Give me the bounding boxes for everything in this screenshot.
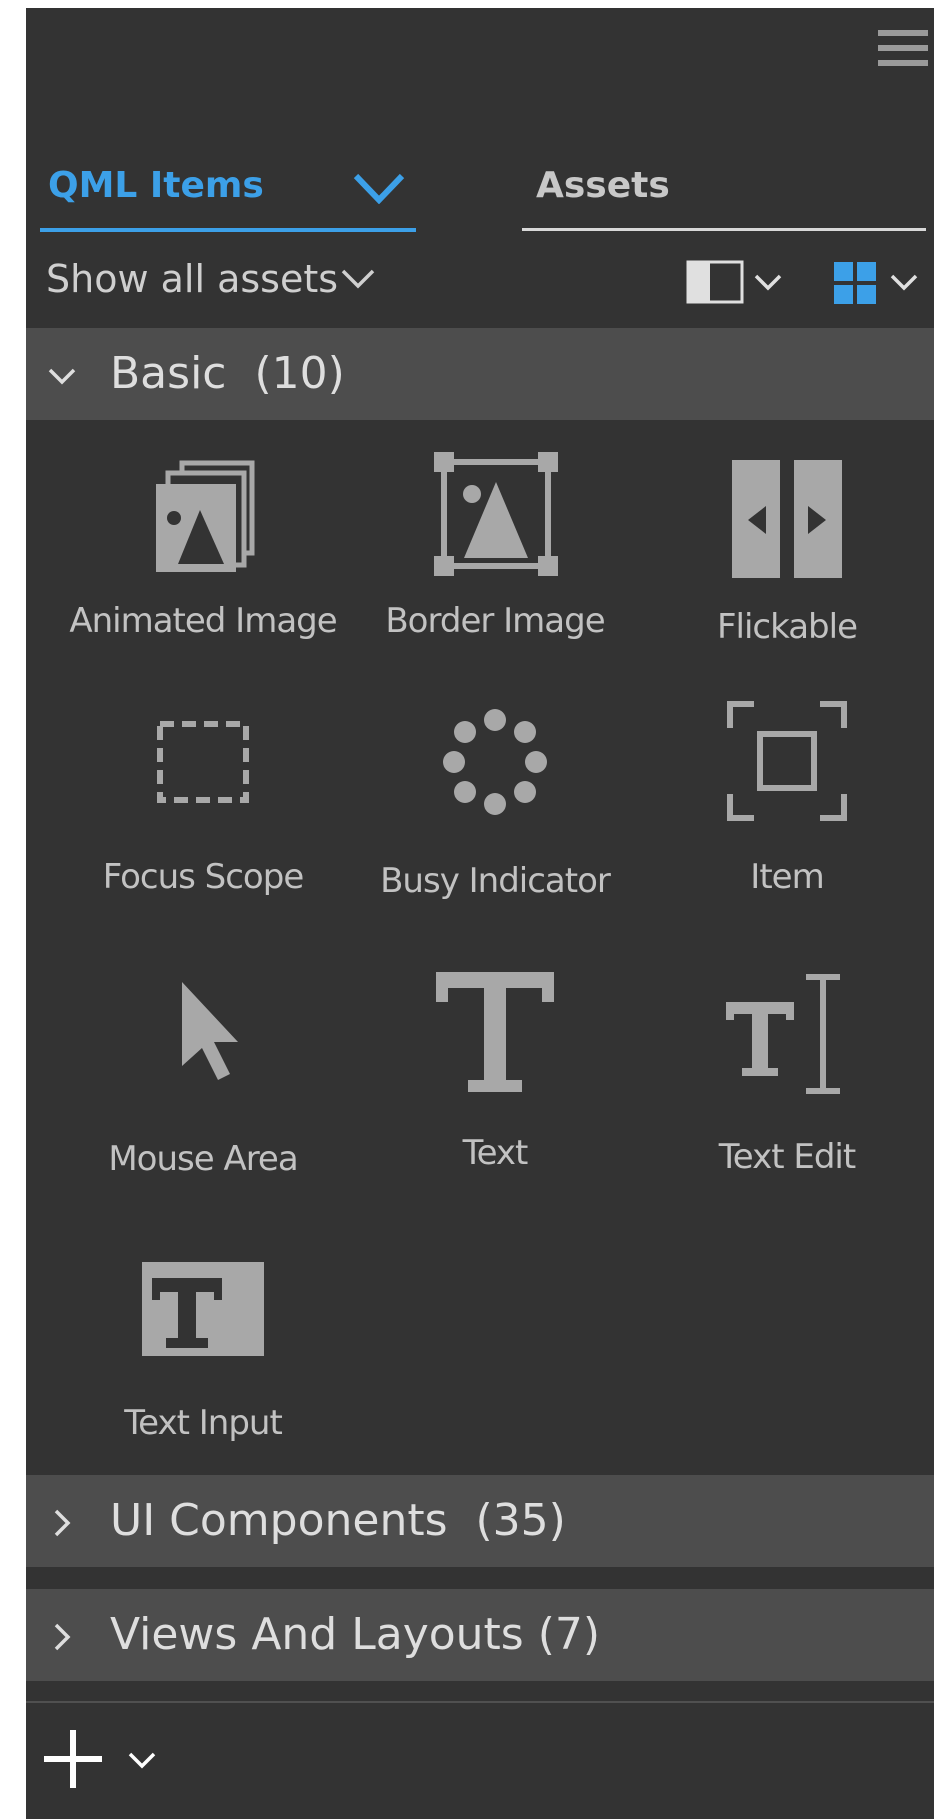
- tab-qml-items[interactable]: QML Items: [40, 158, 416, 238]
- layout-toggle-button[interactable]: [686, 254, 796, 310]
- item-label: Flickable: [716, 607, 858, 647]
- add-module-button[interactable]: [42, 1720, 172, 1800]
- item-label: Text Input: [124, 1403, 283, 1443]
- item-label: Busy Indicator: [380, 861, 611, 901]
- focus-scope-icon: [157, 721, 249, 803]
- item-text[interactable]: Text: [350, 968, 640, 1188]
- item-label: Text: [462, 1133, 529, 1173]
- category-ui-components-header[interactable]: UI Components (35): [26, 1475, 934, 1567]
- category-basic-label: Basic (10): [110, 348, 345, 399]
- item-focus-scope[interactable]: Focus Scope: [58, 696, 348, 916]
- item-text-edit[interactable]: Text Edit: [642, 968, 932, 1188]
- grid-view-toggle-button[interactable]: [834, 254, 934, 310]
- item-item[interactable]: Item: [642, 696, 932, 916]
- item-flickable[interactable]: Flickable: [642, 448, 932, 668]
- chevron-down-icon[interactable]: [352, 172, 406, 204]
- category-basic-header[interactable]: Basic (10): [26, 328, 934, 420]
- tab-underline: [522, 228, 926, 231]
- library-panel: QML Items Assets Show all assets Basic (…: [26, 8, 934, 1819]
- busy-indicator-icon: [443, 709, 547, 815]
- tab-assets[interactable]: Assets: [522, 158, 926, 238]
- text-icon: [436, 972, 554, 1092]
- item-border-image[interactable]: Border Image: [350, 448, 640, 668]
- item-text-input[interactable]: Text Input: [58, 1254, 348, 1474]
- item-busy-indicator[interactable]: Busy Indicator: [350, 696, 640, 916]
- chevron-right-icon: [54, 1623, 71, 1651]
- item-label: Border Image: [385, 601, 605, 641]
- category-views-and-layouts-header[interactable]: Views And Layouts (7): [26, 1589, 934, 1681]
- item-icon: [727, 701, 847, 821]
- item-label: Mouse Area: [108, 1139, 298, 1179]
- text-edit-icon: [726, 974, 840, 1094]
- tab-assets-label: Assets: [536, 165, 670, 206]
- chevron-right-icon: [54, 1509, 71, 1537]
- item-label: Item: [750, 857, 824, 897]
- chevron-down-icon: [341, 269, 375, 289]
- category-views-and-layouts-label: Views And Layouts (7): [110, 1609, 601, 1660]
- item-label: Focus Scope: [102, 857, 305, 897]
- asset-filter-label: Show all assets: [46, 257, 339, 301]
- item-label: Animated Image: [69, 601, 337, 641]
- plus-icon: [44, 1730, 156, 1788]
- bottom-divider: [26, 1701, 934, 1703]
- item-label: Text Edit: [718, 1137, 856, 1177]
- grid-view-icon: [834, 262, 918, 304]
- flickable-icon: [732, 460, 842, 578]
- item-animated-image[interactable]: Animated Image: [58, 448, 348, 668]
- category-ui-components-label: UI Components (35): [110, 1495, 566, 1546]
- menu-icon[interactable]: [878, 28, 930, 72]
- tab-active-underline: [40, 228, 416, 232]
- split-view-icon: [686, 260, 782, 304]
- animated-image-icon: [156, 460, 255, 572]
- chevron-down-icon: [48, 368, 76, 385]
- border-image-icon: [434, 452, 558, 576]
- mouse-area-icon: [182, 982, 238, 1080]
- text-input-icon: [142, 1262, 264, 1356]
- item-mouse-area[interactable]: Mouse Area: [58, 968, 348, 1188]
- tab-qml-items-label: QML Items: [48, 165, 264, 206]
